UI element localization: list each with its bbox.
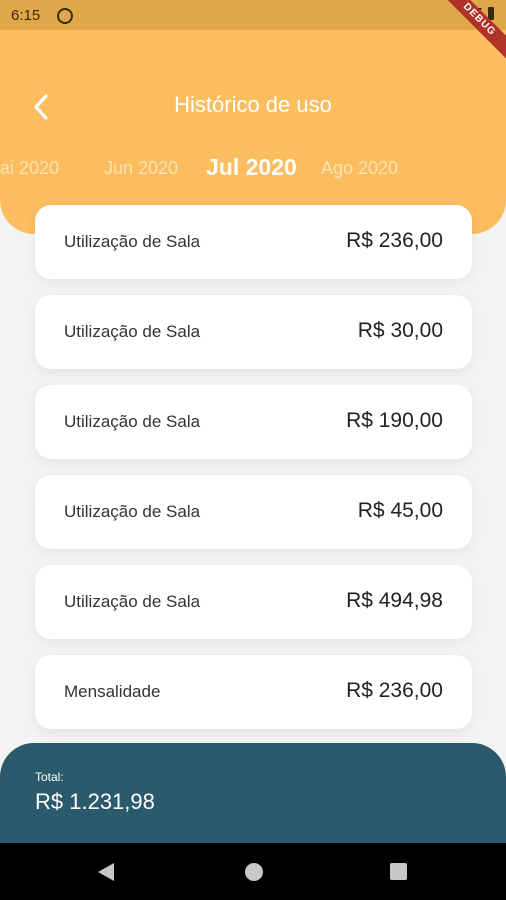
entry-value: R$ 236,00 <box>346 229 443 252</box>
month-tab-previous-2[interactable]: Mai 2020 <box>0 158 59 179</box>
header: Histórico de uso Mai 2020 Jun 2020 Jul 2… <box>0 30 506 234</box>
month-tab-previous[interactable]: Jun 2020 <box>104 158 178 179</box>
total-label: Total: <box>35 770 64 784</box>
entry-label: Utilização de Sala <box>64 502 201 521</box>
usage-entry[interactable]: Utilização de Sala R$ 494,98 <box>35 565 472 639</box>
total-panel: Total: R$ 1.231,98 <box>0 743 506 843</box>
entry-label: Utilização de Sala <box>64 232 201 251</box>
total-value: R$ 1.231,98 <box>35 789 155 814</box>
usage-entry[interactable]: Mensalidade R$ 236,00 <box>35 655 472 729</box>
entry-value: R$ 30,00 <box>357 319 443 342</box>
nav-recents-icon[interactable] <box>390 863 407 880</box>
usage-entry[interactable]: Utilização de Sala R$ 190,00 <box>35 385 472 459</box>
usage-entry[interactable]: Utilização de Sala R$ 45,00 <box>35 475 472 549</box>
system-nav-bar <box>0 843 506 900</box>
usage-entry[interactable]: Utilização de Sala R$ 236,00 <box>35 205 472 279</box>
page-title: Histórico de uso <box>174 92 332 117</box>
entry-label: Utilização de Sala <box>64 592 201 611</box>
sync-icon <box>57 8 73 24</box>
entry-value: R$ 494,98 <box>346 589 443 612</box>
entry-value: R$ 45,00 <box>357 499 443 522</box>
nav-back-icon[interactable] <box>98 863 114 881</box>
entry-label: Utilização de Sala <box>64 412 201 431</box>
status-bar: 6:15 <box>0 0 506 30</box>
entry-label: Mensalidade <box>64 682 161 701</box>
entry-value: R$ 190,00 <box>346 409 443 432</box>
month-tab-current[interactable]: Jul 2020 <box>206 154 297 181</box>
entry-label: Utilização de Sala <box>64 322 201 341</box>
usage-entry[interactable]: Utilização de Sala R$ 30,00 <box>35 295 472 369</box>
entry-value: R$ 236,00 <box>346 679 443 702</box>
month-tab-next[interactable]: Ago 2020 <box>321 158 398 179</box>
month-selector: Mai 2020 Jun 2020 Jul 2020 Ago 2020 <box>0 154 506 184</box>
status-time: 6:15 <box>11 7 41 24</box>
nav-home-icon[interactable] <box>245 863 263 881</box>
